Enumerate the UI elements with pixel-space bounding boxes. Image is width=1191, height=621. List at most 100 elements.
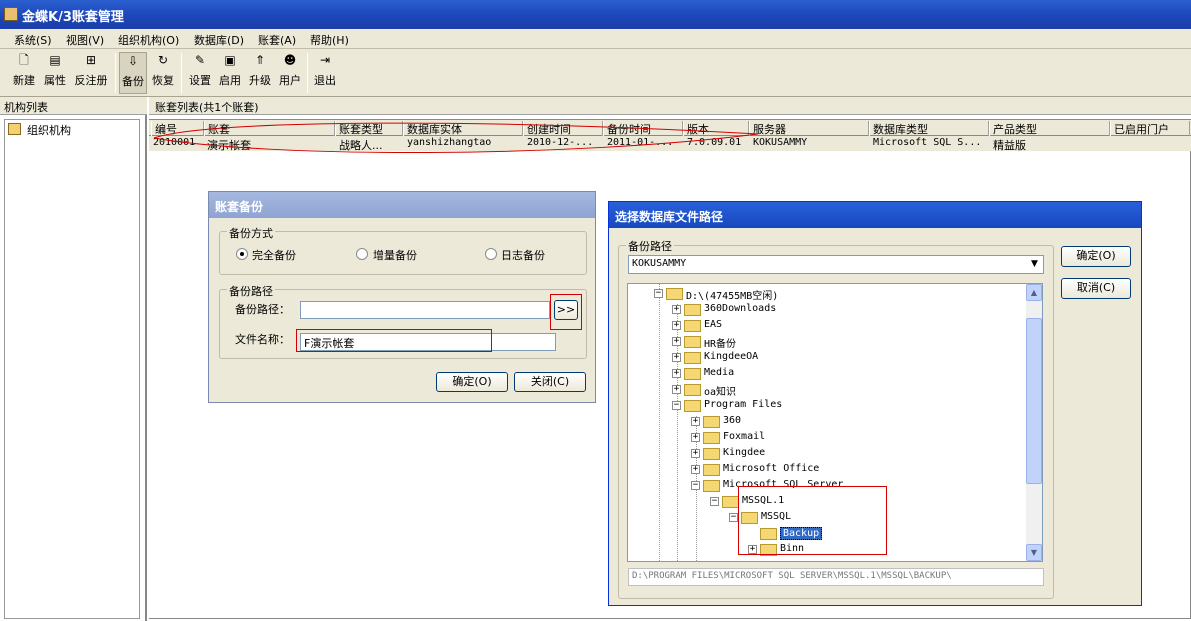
backup-dialog-title: 账套备份 [209,192,595,218]
menu-help[interactable]: 帮助(H) [310,32,349,48]
col-header[interactable]: 已启用门户 [1110,121,1190,136]
users-button[interactable]: ☻ 用户 [276,52,304,88]
collapse-icon[interactable]: − [672,401,681,410]
collapse-icon[interactable]: − [654,289,663,298]
restore-button[interactable]: ↻ 恢复 [149,52,177,88]
restore-icon: ↻ [157,53,169,67]
backup-ok-button[interactable]: 确定(O) [436,372,508,392]
unregister-button[interactable]: ⊞ 反注册 [72,52,110,88]
enable-button[interactable]: ▣ 启用 [216,52,244,88]
cell-product: 精益版 [993,139,1026,152]
annotation-box [550,294,582,330]
expand-icon[interactable]: + [691,417,700,426]
menu-view[interactable]: 视图(V) [66,32,104,48]
title-bar: 金蝶K/3账套管理 [0,0,1191,29]
menu-account[interactable]: 账套(A) [258,32,296,48]
backup-path-label: 备份路径： [235,303,290,316]
exit-icon: ⇥ [319,53,331,67]
properties-button[interactable]: ▤ 属性 [40,52,70,88]
expand-icon[interactable]: + [672,321,681,330]
tree-line [659,284,660,561]
radio-full-label[interactable]: 完全备份 [252,247,296,263]
folder-icon [684,384,701,396]
folder-icon [703,480,720,492]
window-title: 金蝶K/3账套管理 [22,10,124,25]
selected-path-display: D:\PROGRAM FILES\MICROSOFT SQL SERVER\MS… [628,568,1044,586]
scroll-up-button[interactable]: ▲ [1026,284,1042,301]
annotation-box [296,329,492,352]
scroll-down-button[interactable]: ▼ [1026,544,1042,561]
upgrade-icon: ⇑ [254,53,266,67]
expand-icon[interactable]: + [672,337,681,346]
collapse-icon[interactable]: − [710,497,719,506]
col-header[interactable]: 产品类型 [989,121,1110,136]
annotation-ellipse [153,122,759,154]
menu-org[interactable]: 组织机构(O) [118,32,179,48]
radio-log-label[interactable]: 日志备份 [501,247,545,263]
new-button[interactable]: 🗋 新建 [10,52,38,88]
folder-icon [684,320,701,332]
folder-icon [684,352,701,364]
folder-icon [684,304,701,316]
enable-icon: ▣ [224,53,236,67]
radio-incremental-backup[interactable] [356,248,368,260]
expand-icon[interactable]: + [672,385,681,394]
folder-icon [703,416,720,428]
toolbar-separator [181,53,182,93]
path-cancel-button[interactable]: 取消(C) [1061,278,1131,299]
backup-button[interactable]: ⇩ 备份 [119,52,147,94]
folder-icon [684,336,701,348]
app-icon [4,7,18,21]
folder-icon [684,368,701,380]
settings-icon: ✎ [194,53,206,67]
col-header[interactable]: 数据库类型 [869,121,989,136]
radio-full-backup[interactable] [236,248,248,260]
backup-mode-label: 备份方式 [227,225,275,241]
expand-icon[interactable]: + [672,305,681,314]
exit-button[interactable]: ⇥ 退出 [311,52,339,88]
expand-icon[interactable]: + [672,369,681,378]
toolbar: 🗋 新建 ▤ 属性 ⊞ 反注册 ⇩ 备份 ↻ 恢复 ✎ 设置 ▣ 启用 ⇑ 升级 ☻ 用户 ⇥ 退出 [0,49,1191,97]
tree-scrollbar[interactable]: ▲ ▼ [1026,284,1042,561]
backup-path-input[interactable] [300,301,550,319]
expand-icon[interactable]: + [691,433,700,442]
path-ok-button[interactable]: 确定(O) [1061,246,1131,267]
backup-dialog: 账套备份 备份方式 完全备份 增量备份 日志备份 备份路径 备份路径： >> 文… [208,191,596,403]
radio-incremental-label[interactable]: 增量备份 [373,247,417,263]
menu-system[interactable]: 系统(S) [14,32,52,48]
users-icon: ☻ [283,53,297,67]
folder-icon [722,496,739,508]
backup-close-button[interactable]: 关闭(C) [514,372,586,392]
toolbar-separator [115,53,116,93]
account-list-header: 账套列表(共1个账套) [149,97,1191,115]
drive-icon [666,288,683,300]
expand-icon[interactable]: + [691,465,700,474]
chevron-down-icon[interactable]: ▼ [1027,257,1042,272]
properties-icon: ▤ [49,53,61,67]
unregister-icon: ⊞ [85,53,97,67]
path-group-label: 备份路径 [626,238,674,254]
collapse-icon[interactable]: − [729,513,738,522]
expand-icon[interactable]: + [672,353,681,362]
new-file-icon: 🗋 [19,53,29,67]
folder-icon [703,448,720,460]
org-root-item[interactable]: 组织机构 [27,122,71,138]
annotation-box [738,486,887,555]
menu-bar: 系统(S) 视图(V) 组织机构(O) 数据库(D) 账套(A) 帮助(H) [0,29,1191,49]
folder-icon [684,400,701,412]
radio-log-backup[interactable] [485,248,497,260]
settings-button[interactable]: ✎ 设置 [186,52,214,88]
scroll-thumb[interactable] [1026,318,1042,484]
org-icon [8,123,21,135]
folder-icon [703,464,720,476]
server-select[interactable]: KOKUSAMMY [628,255,1044,274]
upgrade-button[interactable]: ⇑ 升级 [246,52,274,88]
org-list-header: 机构列表 [0,97,147,115]
toolbar-separator [307,53,308,93]
backup-icon: ⇩ [127,54,139,68]
expand-icon[interactable]: + [691,449,700,458]
org-tree[interactable]: 组织机构 [4,119,140,619]
menu-database[interactable]: 数据库(D) [194,32,244,48]
cell-db-type: Microsoft SQL S... [873,137,982,148]
collapse-icon[interactable]: − [691,481,700,490]
